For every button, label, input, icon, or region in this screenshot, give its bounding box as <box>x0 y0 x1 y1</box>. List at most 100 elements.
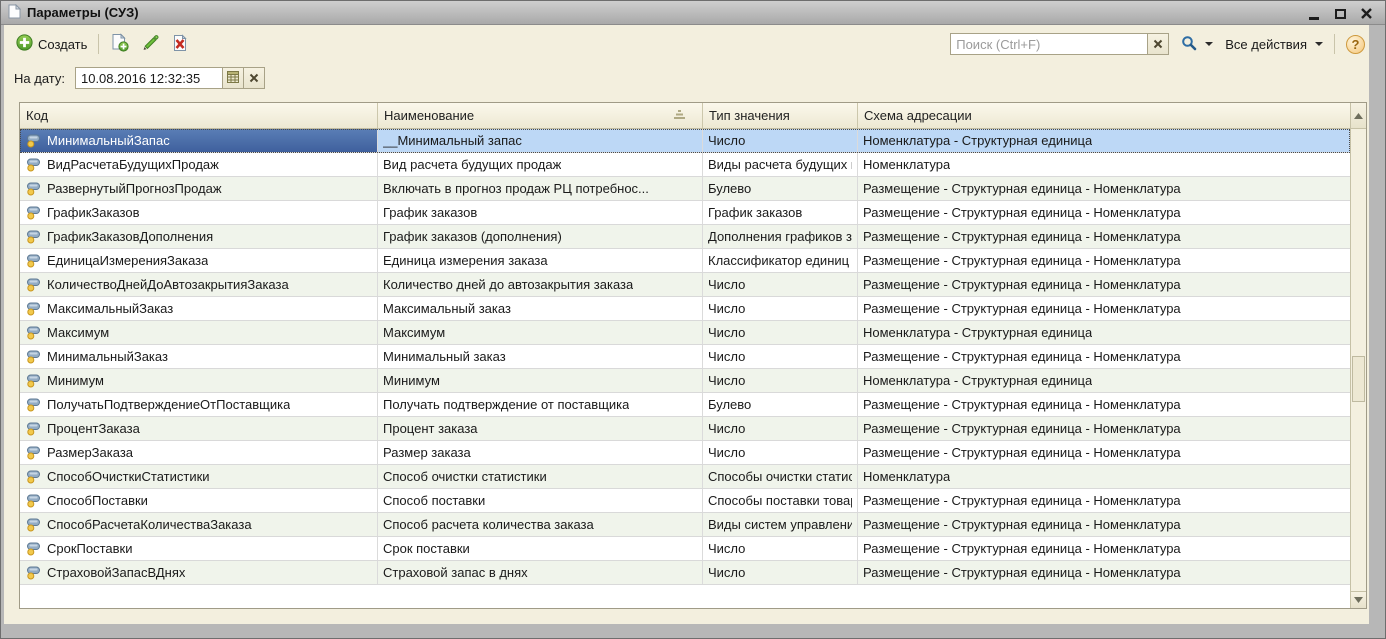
table-row[interactable]: ЕдиницаИзмеренияЗаказаЕдиница измерения … <box>20 249 1350 273</box>
cell-code[interactable]: МинимальныйЗаказ <box>20 345 378 368</box>
cell-name[interactable]: Минимум <box>378 369 703 392</box>
table-row[interactable]: СпособОчисткиСтатистикиСпособ очистки ст… <box>20 465 1350 489</box>
table-row[interactable]: МинимумМинимумЧислоНоменклатура - Структ… <box>20 369 1350 393</box>
cell-type[interactable]: Число <box>703 345 858 368</box>
cell-type[interactable]: Число <box>703 129 858 152</box>
cell-code[interactable]: СпособПоставки <box>20 489 378 512</box>
cell-schema[interactable]: Размещение - Структурная единица - Номен… <box>858 513 1350 536</box>
cell-schema[interactable]: Размещение - Структурная единица - Номен… <box>858 297 1350 320</box>
cell-type[interactable]: Булево <box>703 177 858 200</box>
cell-schema[interactable]: Номенклатура <box>858 153 1350 176</box>
table-row[interactable]: РазмерЗаказаРазмер заказаЧислоРазмещение… <box>20 441 1350 465</box>
table-row[interactable]: МаксимумМаксимумЧислоНоменклатура - Стру… <box>20 321 1350 345</box>
cell-name[interactable]: График заказов (дополнения) <box>378 225 703 248</box>
table-row[interactable]: СпособРасчетаКоличестваЗаказаСпособ расч… <box>20 513 1350 537</box>
column-header-name[interactable]: Наименование <box>378 103 703 128</box>
table-row[interactable]: РазвернутыйПрогнозПродажВключать в прогн… <box>20 177 1350 201</box>
cell-code[interactable]: СпособРасчетаКоличестваЗаказа <box>20 513 378 536</box>
cell-type[interactable]: Число <box>703 321 858 344</box>
cell-type[interactable]: Дополнения графиков за... <box>703 225 858 248</box>
cell-name[interactable]: График заказов <box>378 201 703 224</box>
cell-schema[interactable]: Размещение - Структурная единица - Номен… <box>858 489 1350 512</box>
column-header-type[interactable]: Тип значения <box>703 103 858 128</box>
cell-name[interactable]: Размер заказа <box>378 441 703 464</box>
cell-name[interactable]: Получать подтверждение от поставщика <box>378 393 703 416</box>
cell-code[interactable]: РазвернутыйПрогнозПродаж <box>20 177 378 200</box>
search-clear-button[interactable] <box>1147 34 1168 54</box>
cell-code[interactable]: СтраховойЗапасВДнях <box>20 561 378 584</box>
cell-schema[interactable]: Размещение - Структурная единица - Номен… <box>858 561 1350 584</box>
cell-name[interactable]: Включать в прогноз продаж РЦ потребнос..… <box>378 177 703 200</box>
column-header-schema[interactable]: Схема адресации <box>858 103 1350 128</box>
cell-name[interactable]: Срок поставки <box>378 537 703 560</box>
cell-code[interactable]: ГрафикЗаказов <box>20 201 378 224</box>
edit-button[interactable] <box>135 31 165 58</box>
table-row[interactable]: МинимальныйЗаказМинимальный заказЧислоРа… <box>20 345 1350 369</box>
column-header-code[interactable]: Код <box>20 103 378 128</box>
cell-code[interactable]: КоличествоДнейДоАвтозакрытияЗаказа <box>20 273 378 296</box>
table-row[interactable]: СтраховойЗапасВДняхСтраховой запас в дня… <box>20 561 1350 585</box>
cell-code[interactable]: СпособОчисткиСтатистики <box>20 465 378 488</box>
cell-name[interactable]: Вид расчета будущих продаж <box>378 153 703 176</box>
cell-code[interactable]: МаксимальныйЗаказ <box>20 297 378 320</box>
cell-type[interactable]: Способы очистки статист... <box>703 465 858 488</box>
cell-schema[interactable]: Размещение - Структурная единица - Номен… <box>858 225 1350 248</box>
cell-type[interactable]: Число <box>703 273 858 296</box>
cell-schema[interactable]: Размещение - Структурная единица - Номен… <box>858 441 1350 464</box>
cell-type[interactable]: Классификатор единиц и... <box>703 249 858 272</box>
all-actions-button[interactable]: Все действия <box>1219 34 1329 55</box>
cell-schema[interactable]: Размещение - Структурная единица - Номен… <box>858 177 1350 200</box>
cell-code[interactable]: ГрафикЗаказовДополнения <box>20 225 378 248</box>
cell-schema[interactable]: Номенклатура - Структурная единица <box>858 129 1350 152</box>
cell-code[interactable]: Максимум <box>20 321 378 344</box>
cell-type[interactable]: Число <box>703 369 858 392</box>
cell-code[interactable]: ЕдиницаИзмеренияЗаказа <box>20 249 378 272</box>
cell-name[interactable]: Страховой запас в днях <box>378 561 703 584</box>
table-row[interactable]: ГрафикЗаказовДополненияГрафик заказов (д… <box>20 225 1350 249</box>
cell-name[interactable]: Минимальный заказ <box>378 345 703 368</box>
date-input[interactable] <box>76 68 222 88</box>
cell-code[interactable]: ВидРасчетаБудущихПродаж <box>20 153 378 176</box>
date-clear-button[interactable] <box>243 68 264 88</box>
cell-schema[interactable]: Размещение - Структурная единица - Номен… <box>858 345 1350 368</box>
cell-code[interactable]: РазмерЗаказа <box>20 441 378 464</box>
cell-name[interactable]: Количество дней до автозакрытия заказа <box>378 273 703 296</box>
cell-code[interactable]: Минимум <box>20 369 378 392</box>
cell-type[interactable]: График заказов <box>703 201 858 224</box>
delete-button[interactable] <box>165 31 195 58</box>
cell-name[interactable]: Способ расчета количества заказа <box>378 513 703 536</box>
cell-code[interactable]: ПроцентЗаказа <box>20 417 378 440</box>
help-button[interactable]: ? <box>1346 35 1365 54</box>
minimize-button[interactable] <box>1307 6 1321 20</box>
scrollbar-thumb[interactable] <box>1352 356 1365 402</box>
vertical-scrollbar[interactable] <box>1350 103 1366 608</box>
cell-type[interactable]: Число <box>703 441 858 464</box>
table-row[interactable]: МаксимальныйЗаказМаксимальный заказЧисло… <box>20 297 1350 321</box>
cell-schema[interactable]: Размещение - Структурная единица - Номен… <box>858 393 1350 416</box>
search-input[interactable] <box>951 34 1147 54</box>
cell-type[interactable]: Виды расчета будущих пр... <box>703 153 858 176</box>
table-row[interactable]: СпособПоставкиСпособ поставкиСпособы пос… <box>20 489 1350 513</box>
cell-schema[interactable]: Номенклатура - Структурная единица <box>858 321 1350 344</box>
cell-schema[interactable]: Номенклатура - Структурная единица <box>858 369 1350 392</box>
table-row[interactable]: МинимальныйЗапас__Минимальный запасЧисло… <box>20 129 1350 153</box>
table-row[interactable]: ПроцентЗаказаПроцент заказаЧислоРазмещен… <box>20 417 1350 441</box>
cell-name[interactable]: Максимальный заказ <box>378 297 703 320</box>
cell-schema[interactable]: Размещение - Структурная единица - Номен… <box>858 201 1350 224</box>
calendar-button[interactable] <box>222 68 243 88</box>
cell-schema[interactable]: Размещение - Структурная единица - Номен… <box>858 417 1350 440</box>
maximize-button[interactable] <box>1333 6 1347 20</box>
cell-type[interactable]: Число <box>703 561 858 584</box>
copy-button[interactable] <box>104 30 135 58</box>
cell-name[interactable]: Способ очистки статистики <box>378 465 703 488</box>
scroll-down-button[interactable] <box>1351 591 1366 608</box>
cell-name[interactable]: Способ поставки <box>378 489 703 512</box>
cell-schema[interactable]: Размещение - Структурная единица - Номен… <box>858 249 1350 272</box>
cell-type[interactable]: Булево <box>703 393 858 416</box>
table-row[interactable]: ГрафикЗаказовГрафик заказовГрафик заказо… <box>20 201 1350 225</box>
cell-type[interactable]: Способы поставки товара <box>703 489 858 512</box>
table-row[interactable]: ПолучатьПодтверждениеОтПоставщикаПолучат… <box>20 393 1350 417</box>
search-menu-button[interactable] <box>1175 32 1219 57</box>
cell-type[interactable]: Виды систем управления ... <box>703 513 858 536</box>
scroll-up-button[interactable] <box>1351 103 1366 129</box>
